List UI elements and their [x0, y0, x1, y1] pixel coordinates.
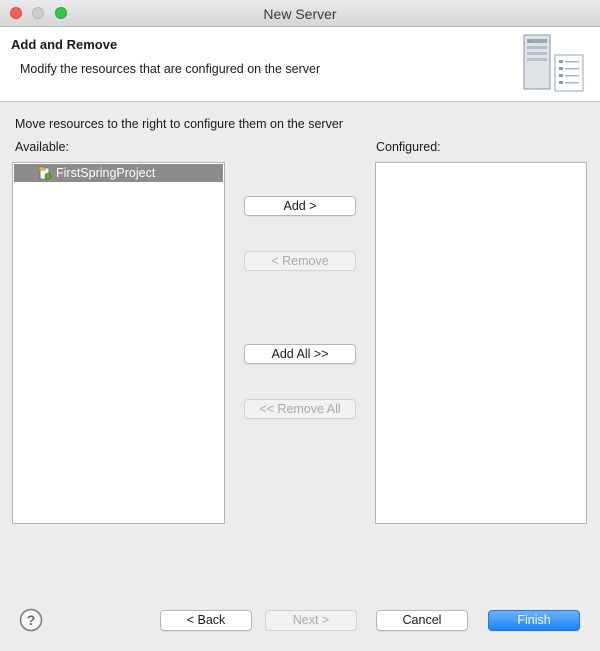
available-list[interactable]: FirstSpringProject	[12, 162, 225, 524]
add-all-button[interactable]: Add All >>	[244, 344, 356, 364]
title-bar[interactable]: New Server	[0, 0, 600, 27]
configured-list[interactable]	[375, 162, 587, 524]
svg-text:?: ?	[27, 612, 36, 628]
available-label: Available:	[15, 140, 69, 154]
project-icon	[38, 166, 52, 180]
add-button[interactable]: Add >	[244, 196, 356, 216]
remove-button[interactable]: < Remove	[244, 251, 356, 271]
next-button[interactable]: Next >	[265, 610, 357, 631]
list-item[interactable]: FirstSpringProject	[14, 164, 223, 182]
finish-button[interactable]: Finish	[488, 610, 580, 631]
wizard-banner: Add and Remove Modify the resources that…	[0, 27, 600, 102]
new-server-dialog: New Server Add and Remove Modify the res…	[0, 0, 600, 651]
page-description: Modify the resources that are configured…	[20, 62, 321, 76]
window-title: New Server	[263, 6, 337, 22]
cancel-button[interactable]: Cancel	[376, 610, 468, 631]
page-title: Add and Remove	[11, 37, 118, 52]
configured-label: Configured:	[376, 140, 441, 154]
back-button[interactable]: < Back	[160, 610, 252, 631]
help-icon[interactable]: ?	[19, 608, 43, 632]
instructions-text: Move resources to the right to configure…	[15, 117, 343, 131]
remove-all-button[interactable]: << Remove All	[244, 399, 356, 419]
list-item-label: FirstSpringProject	[56, 166, 156, 180]
server-icon	[523, 34, 584, 92]
